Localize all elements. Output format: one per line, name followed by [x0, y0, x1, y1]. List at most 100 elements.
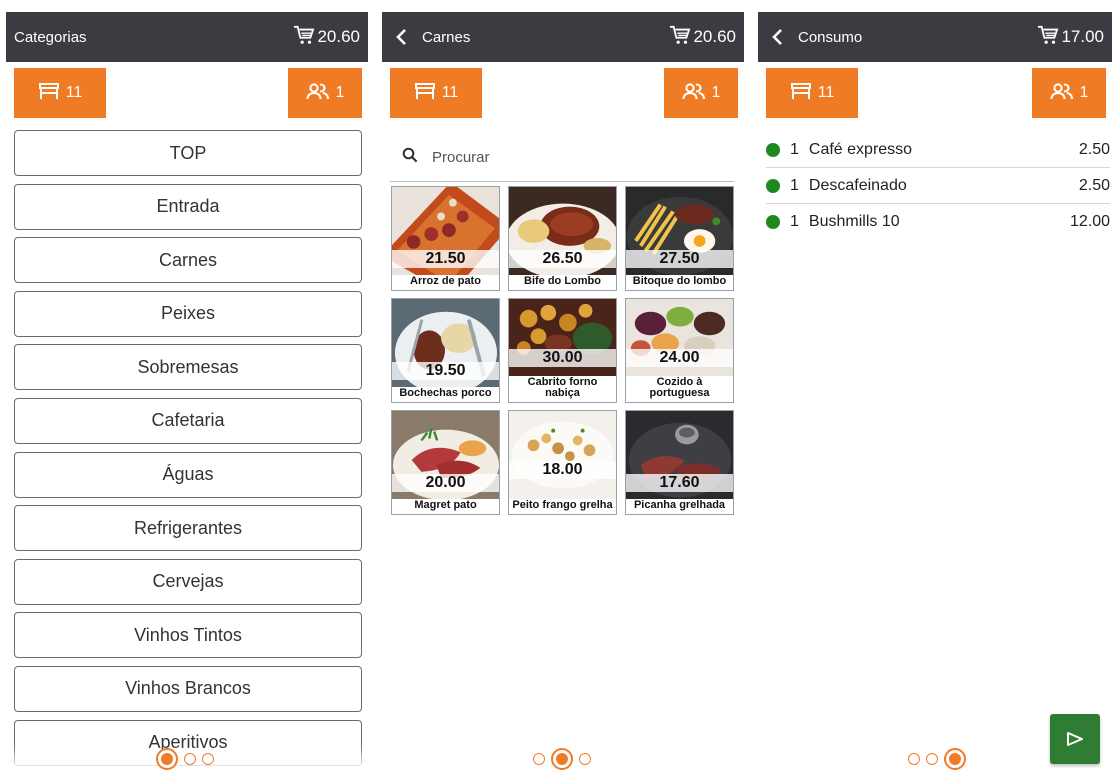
product-tile[interactable]: 17.60 Picanha grelhada: [625, 410, 734, 515]
product-tile[interactable]: 18.00 Peito frango grelha: [508, 410, 617, 515]
page-dot[interactable]: [908, 753, 920, 765]
product-name: Bochechas porco: [392, 387, 499, 402]
order-item[interactable]: 1 Café expresso 2.50: [766, 132, 1110, 168]
product-tile[interactable]: 20.00 Magret pato: [391, 410, 500, 515]
order-value: 2.50: [1078, 176, 1110, 194]
cart-button[interactable]: 17.00: [1037, 25, 1104, 50]
categories-screen: Categorias 20.60 11 1 TOP Entrada Carnes…: [6, 12, 368, 776]
product-price: 21.50: [392, 250, 499, 268]
screen-title: Carnes: [422, 28, 471, 46]
category-button[interactable]: Vinhos Brancos: [14, 665, 362, 712]
product-price: 20.00: [392, 474, 499, 492]
search-input[interactable]: [432, 149, 692, 166]
product-tile[interactable]: 27.50 Bitoque do lombo: [625, 186, 734, 291]
page-dot[interactable]: [202, 753, 214, 765]
product-price: 30.00: [509, 349, 616, 367]
product-grid: 21.50 Arroz de pato 26.50 Bife do Lombo: [391, 186, 734, 515]
page-dot[interactable]: [533, 753, 545, 765]
product-tile[interactable]: 19.50 Bochechas porco: [391, 298, 500, 403]
category-button[interactable]: Cafetaria: [14, 397, 362, 444]
table-chip[interactable]: 11: [390, 68, 482, 118]
page-dot-active[interactable]: [551, 748, 573, 770]
category-list: TOP Entrada Carnes Peixes Sobremesas Caf…: [14, 130, 362, 773]
product-name: Cabrito forno nabiça: [509, 376, 616, 402]
category-button[interactable]: Carnes: [14, 237, 362, 284]
order-item[interactable]: 1 Descafeinado 2.50: [766, 168, 1110, 204]
product-name: Picanha grelhada: [626, 499, 733, 514]
product-price: 19.50: [392, 362, 499, 380]
cart-button[interactable]: 20.60: [669, 25, 736, 50]
order-item[interactable]: 1 Bushmills 10 12.00: [766, 204, 1110, 240]
product-name: Cozido à portuguesa: [626, 376, 733, 402]
product-price: 24.00: [626, 349, 733, 367]
category-button[interactable]: Vinhos Tintos: [14, 612, 362, 659]
category-button[interactable]: Refrigerantes: [14, 505, 362, 552]
people-icon: [1050, 82, 1074, 105]
people-icon: [682, 82, 706, 105]
product-tile[interactable]: 30.00 Cabrito forno nabiça: [508, 298, 617, 403]
send-icon: [1067, 732, 1083, 746]
people-icon: [306, 82, 330, 105]
category-button[interactable]: TOP: [14, 130, 362, 176]
category-button[interactable]: Águas: [14, 451, 362, 498]
category-button[interactable]: Cervejas: [14, 558, 362, 605]
table-info-bar: 11 1: [6, 62, 368, 124]
search-icon: [402, 147, 418, 168]
category-button[interactable]: Peixes: [14, 290, 362, 337]
screen-title: Categorias: [14, 28, 87, 46]
pax-chip[interactable]: 1: [288, 68, 362, 118]
table-icon: [414, 82, 436, 105]
search-bar: [390, 134, 734, 182]
product-price: 17.60: [626, 474, 733, 492]
screen-title: Consumo: [798, 28, 863, 46]
pax-chip[interactable]: 1: [1032, 68, 1106, 118]
status-dot: [766, 178, 780, 193]
product-name: Peito frango grelha: [509, 499, 616, 514]
product-name: Bife do Lombo: [509, 275, 616, 290]
product-price: 18.00: [509, 461, 616, 479]
cart-button[interactable]: 20.60: [293, 25, 360, 50]
order-name: Descafeinado: [808, 176, 907, 194]
order-name: Café expresso: [808, 140, 913, 158]
chevron-left-icon: [396, 29, 406, 45]
product-name: Bitoque do lombo: [626, 275, 733, 290]
table-info-bar: 11 1: [382, 62, 744, 124]
page-dot[interactable]: [926, 753, 938, 765]
back-button[interactable]: [390, 26, 412, 48]
send-button[interactable]: [1050, 714, 1100, 764]
product-price: 27.50: [626, 250, 733, 268]
product-tile[interactable]: 24.00 Cozido à portuguesa: [625, 298, 734, 403]
status-dot: [766, 215, 780, 229]
page-indicator: [156, 748, 214, 770]
order-name: Bushmills 10: [808, 213, 900, 230]
product-name: Arroz de pato: [392, 275, 499, 290]
app-bar: Categorias 20.60: [6, 12, 368, 62]
pax-chip[interactable]: 1: [664, 68, 738, 118]
page-dot[interactable]: [184, 753, 196, 765]
pax-count: 1: [335, 84, 345, 101]
cart-total: 20.60: [317, 27, 360, 46]
product-tile[interactable]: 21.50 Arroz de pato: [391, 186, 500, 291]
cart-total: 20.60: [693, 27, 736, 46]
app-bar: Consumo 17.00: [758, 12, 1112, 62]
cart-icon: [1037, 25, 1059, 50]
order-value: 12.00: [1069, 213, 1110, 230]
page-indicator: [908, 748, 966, 770]
page-dot-active[interactable]: [156, 748, 178, 770]
category-button[interactable]: Sobremesas: [14, 344, 362, 391]
page-dot[interactable]: [579, 753, 591, 765]
back-button[interactable]: [766, 26, 788, 48]
page-dot-active[interactable]: [944, 748, 966, 770]
table-chip[interactable]: 11: [766, 68, 858, 118]
category-button[interactable]: Entrada: [14, 183, 362, 230]
table-chip[interactable]: 11: [14, 68, 106, 118]
cart-icon: [669, 25, 691, 50]
table-info-bar: 11 1: [758, 62, 1112, 124]
table-number: 11: [65, 84, 83, 101]
pax-count: 1: [1079, 84, 1089, 101]
page-indicator: [533, 748, 591, 770]
product-name: Magret pato: [392, 499, 499, 514]
cart-total: 17.00: [1061, 27, 1104, 46]
order-list: 1 Café expresso 2.50 1 Descafeinado 2.50…: [766, 132, 1110, 240]
product-tile[interactable]: 26.50 Bife do Lombo: [508, 186, 617, 291]
